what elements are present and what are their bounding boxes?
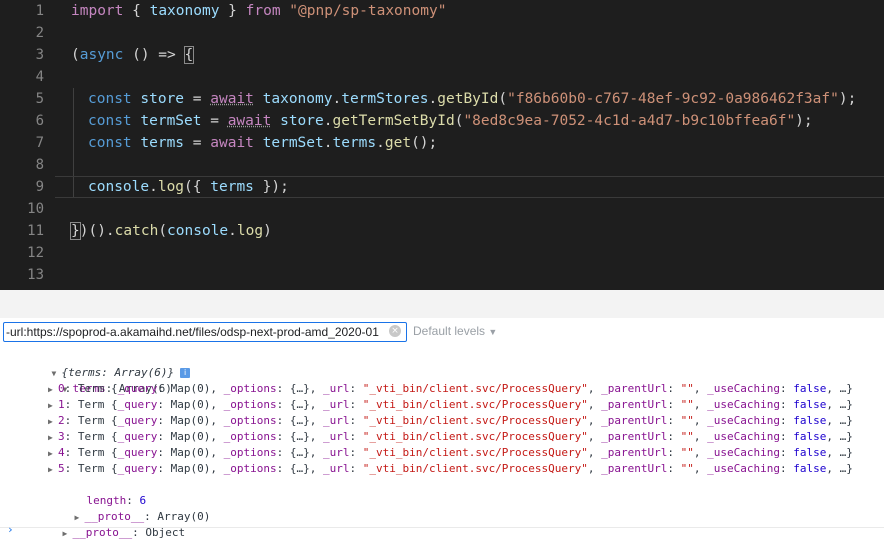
console-term-item[interactable]: ▶ 4: Term {_query: Map(0), _options: {…},… [48,445,853,461]
log-levels-dropdown[interactable]: Default levels ▼ [413,322,497,341]
code-text: const terms = await termSet.terms.get(); [88,135,438,151]
editor-line-11[interactable]: 11 })().catch(console.log) [0,220,884,242]
line-number: 1 [35,3,44,19]
triangle-right-icon[interactable]: ▶ [48,414,58,430]
line-number: 11 [27,223,44,239]
editor-line-9[interactable]: 9 console.log({ terms }); [0,176,884,198]
info-icon[interactable]: i [180,368,191,378]
line-number: 9 [35,179,44,195]
console-term-item[interactable]: ▶ 1: Term {_query: Map(0), _options: {…},… [48,397,853,413]
chevron-down-icon: ▼ [488,327,498,337]
code-text: const store = await taxonomy.termStores.… [88,91,857,107]
triangle-right-icon[interactable]: ▶ [48,382,58,398]
console-term-item[interactable]: ▶ 0: Term {_query: Map(0), _options: {…},… [48,381,853,397]
console-length-prop: length: 6 [86,494,147,507]
log-levels-label: Default levels [413,324,486,338]
triangle-right-icon[interactable]: ▶ [48,430,58,446]
line-number: 6 [35,113,44,129]
editor-line-13[interactable]: 13 [0,264,884,286]
editor-line-4[interactable]: 4 [0,66,884,88]
editor-line-2[interactable]: 2 [0,22,884,44]
console-array-proto[interactable]: ▶ __proto__: Array(0) [48,493,211,523]
triangle-right-icon[interactable]: ▶ [48,462,58,478]
triangle-right-icon[interactable]: ▶ [48,398,58,414]
code-text: console.log({ terms }); [88,179,289,195]
editor-line-8[interactable]: 8 [0,154,884,176]
editor-line-3[interactable]: 3 (async () => { [0,44,884,66]
clear-circle-icon[interactable]: × [389,325,401,337]
line-number: 5 [35,91,44,107]
console-toolbar: -url:https://spoprod-a.akamaihd.net/file… [0,318,884,346]
code-text: (async () => { [71,46,195,64]
editor-line-6[interactable]: 6 const termSet = await store.getTermSet… [0,110,884,132]
editor-line-10[interactable]: 10 [0,198,884,220]
editor-line-12[interactable]: 12 [0,242,884,264]
line-number: 8 [35,157,44,173]
line-number: 2 [35,25,44,41]
line-number: 7 [35,135,44,151]
line-number: 3 [35,47,44,63]
triangle-right-icon[interactable]: ▶ [63,526,73,542]
console-term-item[interactable]: ▶ 5: Term {_query: Map(0), _options: {…},… [48,461,853,477]
triangle-right-icon[interactable]: ▶ [48,446,58,462]
line-number: 13 [27,267,44,283]
console-root-object[interactable]: ▼ {terms: Array(6)} i [25,349,191,379]
console-terms-array[interactable]: ▼ terms: Array(6) [36,365,172,395]
code-text: const termSet = await store.getTermSetBy… [88,113,813,129]
console-filter-input[interactable]: -url:https://spoprod-a.akamaihd.net/file… [3,322,407,342]
code-text: import { taxonomy } from "@pnp/sp-taxono… [71,3,447,19]
editor-line-1[interactable]: 1 import { taxonomy } from "@pnp/sp-taxo… [0,0,884,22]
console-output: ▼ {terms: Array(6)} i ▼ terms: Array(6) ▶ 0:… [0,345,884,539]
line-number: 10 [27,201,44,217]
line-number: 12 [27,245,44,261]
editor-line-7[interactable]: 7 const terms = await termSet.terms.get(… [0,132,884,154]
console-object-proto[interactable]: ▶ __proto__: Object [36,509,186,539]
console-term-item[interactable]: ▶ 2: Term {_query: Map(0), _options: {…},… [48,413,853,429]
console-prompt[interactable]: › [7,523,14,536]
code-editor[interactable]: 1 import { taxonomy } from "@pnp/sp-taxo… [0,0,884,290]
editor-line-5[interactable]: 5 const store = await taxonomy.termStore… [0,88,884,110]
code-text: })().catch(console.log) [70,222,272,240]
panel-divider[interactable] [0,290,884,319]
console-divider [0,527,884,528]
console-term-item[interactable]: ▶ 3: Term {_query: Map(0), _options: {…},… [48,429,853,445]
line-number: 4 [35,69,44,85]
